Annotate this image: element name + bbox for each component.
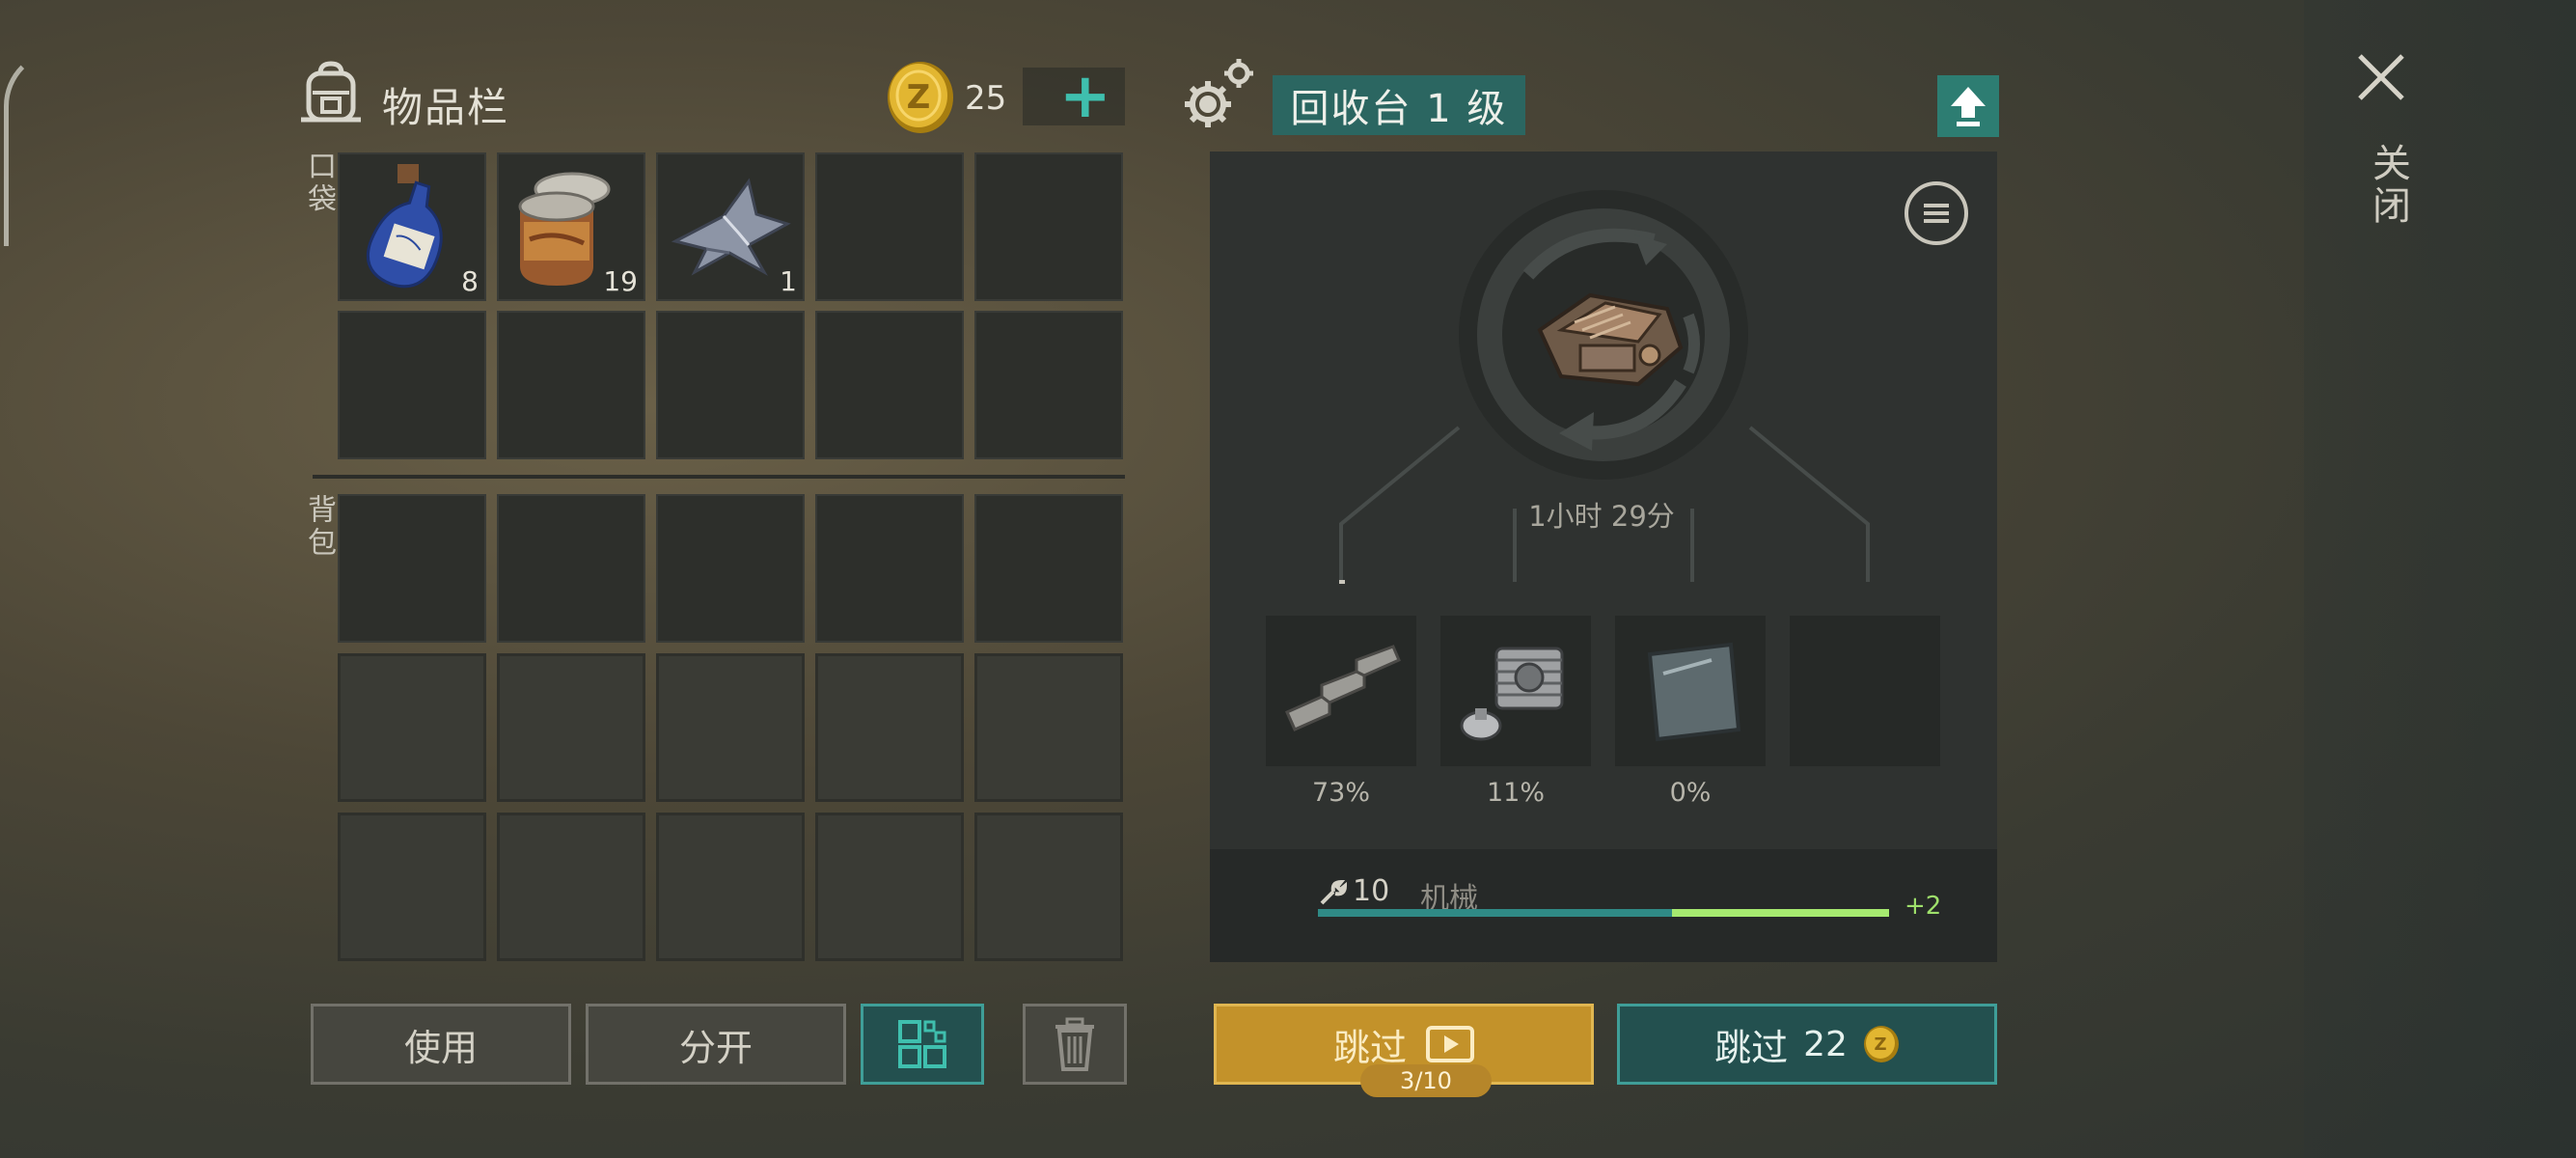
split-button[interactable]: 分开 xyxy=(586,1004,846,1085)
edge-handle[interactable] xyxy=(4,48,67,246)
engine-block-icon xyxy=(1522,262,1696,407)
trash-button[interactable] xyxy=(1023,1004,1127,1085)
backpack-slot-locked[interactable] xyxy=(974,653,1123,802)
skill-gain: +2 xyxy=(1905,892,1942,921)
skill-gain-fill xyxy=(1672,909,1889,917)
skill-level: 10 xyxy=(1353,874,1390,908)
backpack-slot-locked[interactable] xyxy=(656,813,805,961)
output-slot-glass-plate[interactable] xyxy=(1615,616,1766,766)
output-slot-engine-parts[interactable] xyxy=(1440,616,1591,766)
arrow-up-icon xyxy=(1951,87,1986,126)
output-percent: 11% xyxy=(1486,778,1545,808)
section-divider xyxy=(313,475,1125,479)
glass-plate-icon xyxy=(1647,642,1741,742)
backpack-slot[interactable] xyxy=(338,494,486,643)
metal-bars-icon xyxy=(1285,645,1401,731)
trash-icon xyxy=(1055,1017,1094,1071)
backpack-slot-locked[interactable] xyxy=(338,813,486,961)
pocket-slot-water-bottle[interactable]: 8 xyxy=(338,152,486,301)
backpack-slot-locked[interactable] xyxy=(815,653,964,802)
close-button[interactable] xyxy=(2354,50,2408,104)
skip-coins-label: 跳过 xyxy=(1714,1026,1789,1069)
pocket-slot-empty[interactable] xyxy=(815,311,964,459)
backpack-slot[interactable] xyxy=(974,494,1123,643)
close-label[interactable]: 关闭 xyxy=(2360,143,2416,228)
output-slot-metal-bars[interactable] xyxy=(1266,616,1416,766)
skip-ad-label: 跳过 xyxy=(1332,1026,1407,1069)
skip-coins-button[interactable]: 跳过 22 Z xyxy=(1617,1004,1997,1085)
svg-text:Z: Z xyxy=(907,78,931,117)
backpack-slot-locked[interactable] xyxy=(656,653,805,802)
station-title: 回收台 1 级 xyxy=(1273,75,1525,135)
backpack-slot-locked[interactable] xyxy=(974,813,1123,961)
pocket-slot-empty[interactable] xyxy=(656,311,805,459)
item-qty: 8 xyxy=(461,265,479,297)
backpack-icon xyxy=(297,60,365,125)
backpack-slot-locked[interactable] xyxy=(338,653,486,802)
coin-icon: Z xyxy=(886,60,955,135)
gear-icon xyxy=(1177,54,1258,135)
close-icon xyxy=(2358,54,2404,100)
coin-count: 25 xyxy=(965,79,1007,118)
right-side-strip xyxy=(2304,0,2576,1158)
pocket-slot-metal-scraps[interactable]: 1 xyxy=(656,152,805,301)
skill-progress-fill xyxy=(1318,909,1673,917)
backpack-slot-locked[interactable] xyxy=(497,813,645,961)
pocket-label: 口袋 xyxy=(302,151,336,216)
pocket-slot-empty[interactable] xyxy=(815,152,964,301)
pocket-slot-empty[interactable] xyxy=(974,311,1123,459)
play-icon xyxy=(1426,1026,1474,1062)
backpack-slot[interactable] xyxy=(815,494,964,643)
backpack-label: 背包 xyxy=(302,494,336,560)
backpack-slot[interactable] xyxy=(497,494,645,643)
item-qty: 19 xyxy=(603,265,638,297)
output-percent: 0% xyxy=(1669,778,1712,808)
use-button[interactable]: 使用 xyxy=(311,1004,571,1085)
grid-icon xyxy=(898,1020,946,1068)
sort-button[interactable] xyxy=(861,1004,984,1085)
recycle-timer: 1小时 29分 xyxy=(1528,500,1675,533)
skip-ad-counter: 3/10 xyxy=(1360,1064,1492,1097)
pocket-slot-empty[interactable] xyxy=(338,311,486,459)
skill-progress-bar xyxy=(1318,909,1889,917)
pocket-slot-empty[interactable] xyxy=(497,311,645,459)
coin-icon: Z xyxy=(1863,1026,1899,1062)
plus-icon: + xyxy=(1059,61,1111,132)
engine-parts-icon xyxy=(1460,647,1564,741)
wrench-icon xyxy=(1318,878,1348,907)
inventory-title: 物品栏 xyxy=(382,84,510,131)
item-qty: 1 xyxy=(780,265,797,297)
output-percent: 73% xyxy=(1311,778,1370,808)
add-coins-button[interactable]: + xyxy=(1023,61,1125,132)
output-slot-empty[interactable] xyxy=(1790,616,1940,766)
upgrade-button[interactable] xyxy=(1937,75,1999,137)
skip-coins-cost: 22 xyxy=(1803,1024,1848,1064)
svg-text:Z: Z xyxy=(1874,1034,1886,1055)
backpack-slot[interactable] xyxy=(656,494,805,643)
backpack-slot-locked[interactable] xyxy=(815,813,964,961)
backpack-slot-locked[interactable] xyxy=(497,653,645,802)
pocket-slot-canned-food[interactable]: 19 xyxy=(497,152,645,301)
pocket-slot-empty[interactable] xyxy=(974,152,1123,301)
